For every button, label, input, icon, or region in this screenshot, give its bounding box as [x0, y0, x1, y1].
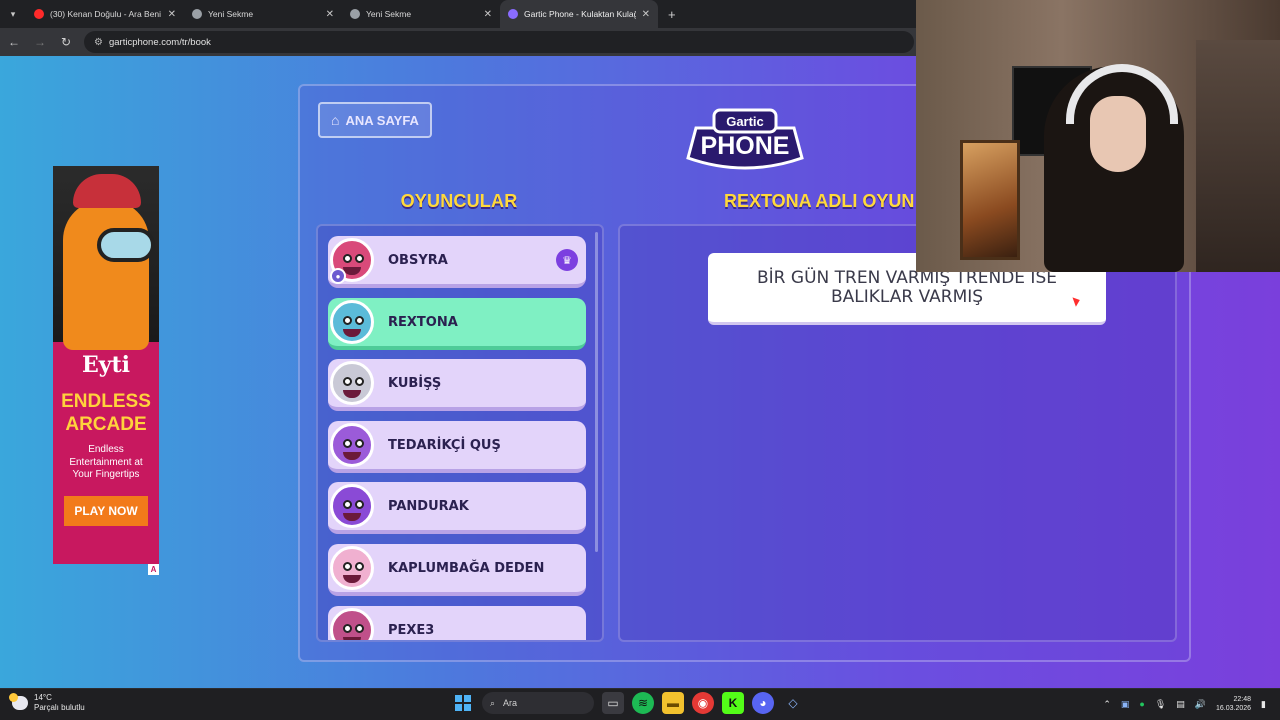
new-tab-button[interactable]: +: [658, 0, 686, 28]
players-heading: OYUNCULAR: [400, 191, 518, 211]
bookshelf: [1196, 40, 1280, 272]
file-explorer-icon[interactable]: ▬: [662, 692, 684, 714]
date: 16.03.2026: [1216, 705, 1252, 712]
home-button[interactable]: ⌂ ANA SAYFA: [318, 102, 432, 138]
player-avatar: [330, 608, 374, 640]
close-icon[interactable]: ✕: [642, 9, 650, 20]
player-item[interactable]: PEXE3: [328, 606, 586, 640]
home-icon: ⌂: [331, 112, 340, 128]
crown-icon: ♛: [556, 249, 578, 271]
new-tab-icon: [350, 9, 360, 19]
taskbar-search[interactable]: ⌕ Ara: [482, 692, 594, 714]
player-name: PANDURAK: [388, 498, 469, 514]
webcam-overlay: [916, 0, 1280, 272]
tab-title: (30) Kenan Doğulu - Ara Beni Lü: [50, 9, 162, 19]
kick-icon[interactable]: K: [722, 692, 744, 714]
browser-tab[interactable]: Yeni Sekme ✕: [184, 0, 342, 28]
weather-widget[interactable]: 14°C Parçalı bulutlu: [9, 693, 85, 713]
discord-icon[interactable]: ◕: [752, 692, 774, 714]
close-icon[interactable]: ✕: [168, 9, 176, 20]
partly-cloudy-icon: [9, 693, 28, 710]
volume-icon[interactable]: 🔊: [1195, 699, 1206, 710]
chevron-up-icon[interactable]: ⌃: [1103, 699, 1111, 710]
search-label: Ara: [503, 698, 518, 708]
site-settings-icon[interactable]: ⚙: [94, 37, 103, 48]
tab-title: Yeni Sekme: [208, 9, 254, 19]
url-text: garticphone.com/tr/book: [108, 36, 211, 48]
home-button-label: ANA SAYFA: [345, 112, 419, 128]
ad-body-text: Endless Entertainment at Your Fingertips: [69, 444, 143, 480]
chevron-down-icon: ▾: [10, 8, 16, 19]
painting: [960, 140, 1020, 260]
player-avatar: [330, 484, 374, 528]
new-tab-icon: [192, 9, 202, 19]
weather-condition: Parçalı bulutlu: [34, 703, 85, 712]
back-icon[interactable]: ←: [2, 30, 26, 54]
player-name: KAPLUMBAĞA DEDEN: [388, 560, 545, 576]
gartic-phone-logo: Gartic PHONE: [686, 108, 804, 170]
tab-title: Yeni Sekme: [366, 9, 412, 19]
user-icon: ●: [330, 268, 346, 284]
ad-brand: Eyti: [81, 352, 131, 378]
app-tray-icon[interactable]: ▣: [1121, 699, 1130, 710]
close-icon[interactable]: ✕: [326, 9, 334, 20]
svg-text:Gartic: Gartic: [726, 114, 764, 129]
player-avatar: [330, 361, 374, 405]
close-icon[interactable]: ✕: [484, 9, 492, 20]
player-name: OBSYRA: [388, 252, 448, 268]
player-item[interactable]: KUBİŞŞ: [328, 359, 586, 411]
player-item[interactable]: OBSYRA ♛ ●: [328, 236, 586, 288]
system-tray: ⌃ ▣ ● 🎙 ▤ 🔊 22:48 16.03.2026 ▮: [1103, 695, 1266, 713]
address-bar[interactable]: ⚙ garticphone.com/tr/book: [84, 31, 914, 53]
spotify-icon[interactable]: ≋: [632, 692, 654, 714]
microphone-icon[interactable]: 🎙: [1155, 699, 1166, 710]
reload-icon[interactable]: ↻: [54, 30, 78, 54]
forward-icon[interactable]: →: [28, 30, 52, 54]
player-name: KUBİŞŞ: [388, 375, 442, 391]
players-panel[interactable]: OBSYRA ♛ ● REXTONA KUBİŞŞ TEDARİKÇİ QUŞ …: [316, 224, 604, 642]
windows-start-icon[interactable]: [452, 692, 474, 714]
ad-choices-icon[interactable]: A: [148, 564, 159, 575]
player-avatar: [330, 300, 374, 344]
network-icon[interactable]: ▤: [1176, 699, 1185, 710]
youtube-icon: [34, 9, 44, 19]
player-item[interactable]: PANDURAK: [328, 482, 586, 534]
svg-text:PHONE: PHONE: [701, 132, 790, 160]
notification-icon[interactable]: ▮: [1261, 699, 1266, 710]
player-item[interactable]: KAPLUMBAĞA DEDEN: [328, 544, 586, 596]
taskbar: 14°C Parçalı bulutlu ⌕ Ara ▭ ≋ ▬ ◉ K ◕ ◇…: [0, 688, 1280, 720]
time: 22:48: [1233, 696, 1252, 703]
browser-tab[interactable]: Yeni Sekme ✕: [342, 0, 500, 28]
status-dot-icon[interactable]: ●: [1139, 699, 1144, 709]
gartic-icon: [508, 9, 518, 19]
player-item[interactable]: TEDARİKÇİ QUŞ: [328, 421, 586, 473]
browser-tab[interactable]: (30) Kenan Doğulu - Ara Beni Lü ✕: [26, 0, 184, 28]
temperature: 14°C: [34, 693, 52, 702]
browser-tab-active[interactable]: Gartic Phone - Kulaktan Kulağa ✕: [500, 0, 658, 28]
player-name: TEDARİKÇİ QUŞ: [388, 437, 501, 453]
tab-title: Gartic Phone - Kulaktan Kulağa: [524, 9, 636, 19]
clock[interactable]: 22:48 16.03.2026: [1216, 695, 1251, 713]
player-item-selected[interactable]: REXTONA: [328, 298, 586, 350]
player-avatar: [330, 546, 374, 590]
ad-play-button[interactable]: PLAY NOW: [64, 495, 148, 526]
player-avatar: [330, 423, 374, 467]
app-icon[interactable]: ◇: [782, 692, 804, 714]
ad-image: [53, 166, 159, 350]
player-name: PEXE3: [388, 622, 435, 638]
story-heading: REXTONA ADLI OYUN: [724, 191, 915, 211]
task-view-icon[interactable]: ▭: [602, 692, 624, 714]
taskbar-apps: ⌕ Ara ▭ ≋ ▬ ◉ K ◕ ◇: [452, 692, 804, 714]
ad-headline: ENDLESS ARCADE: [61, 391, 151, 435]
players-scrollbar[interactable]: [595, 232, 598, 552]
tab-search-button[interactable]: ▾: [0, 0, 26, 28]
chrome-icon[interactable]: ◉: [692, 692, 714, 714]
advertisement[interactable]: Eyti ENDLESS ARCADE Endless Entertainmen…: [53, 166, 159, 564]
player-name: REXTONA: [388, 314, 458, 330]
search-icon: ⌕: [490, 697, 496, 708]
